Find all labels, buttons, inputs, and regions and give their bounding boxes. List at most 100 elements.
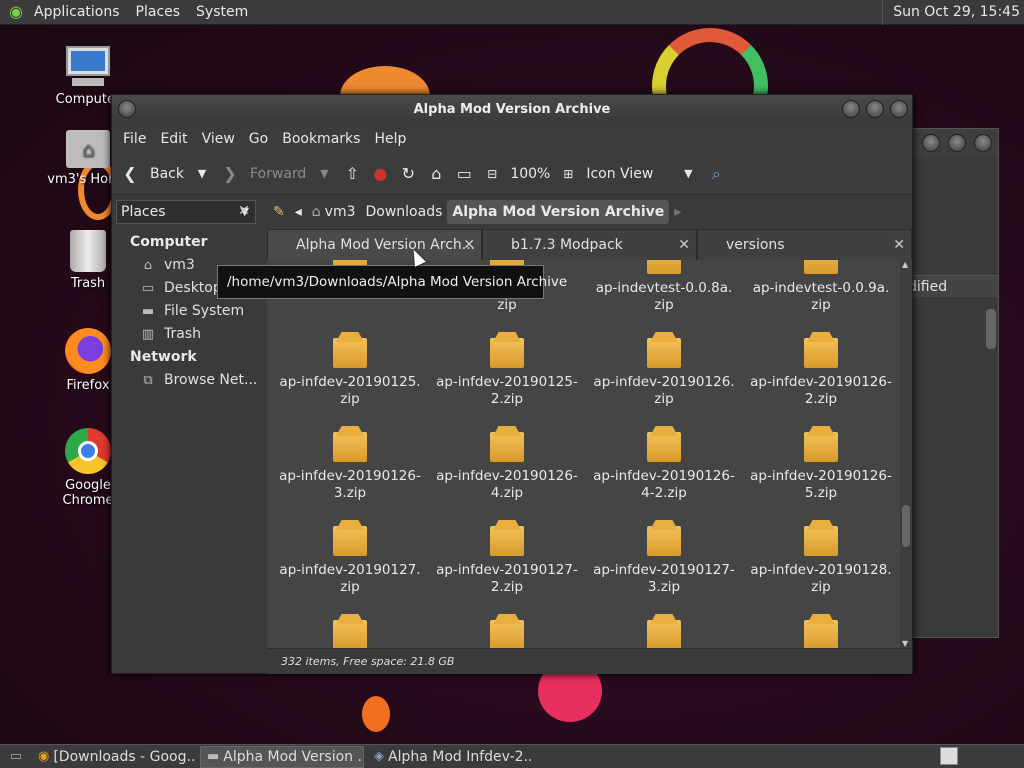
menu-file[interactable]: File — [116, 131, 153, 147]
clock[interactable]: Sun Oct 29, 15:45 — [882, 0, 1020, 25]
file-item[interactable]: ap-infdev-20190127- 3.zip — [589, 520, 739, 596]
view-mode-select[interactable]: Icon View ▼ — [586, 164, 698, 184]
back-button[interactable]: ❮ Back — [120, 164, 184, 184]
distro-logo-icon[interactable]: ◉ — [6, 2, 26, 22]
minimize-icon[interactable] — [842, 100, 860, 118]
taskbar-item-alpha-mod-infdev[interactable]: ◈ Alpha Mod Infdev-2... — [368, 746, 532, 768]
close-sidebar-icon[interactable]: ✕ — [234, 201, 254, 221]
firefox-icon — [65, 328, 111, 374]
back-arrow-icon: ❮ — [123, 163, 137, 183]
file-item[interactable]: ap-infdev-20190126- 4.zip — [432, 426, 582, 502]
breadcrumb-downloads[interactable]: Downloads — [361, 200, 448, 224]
edit-location-icon[interactable]: ✎ — [268, 200, 290, 224]
file-item[interactable] — [275, 614, 425, 648]
search-button[interactable]: ⌕ — [706, 164, 726, 184]
stop-icon: ● — [373, 163, 388, 183]
archive-icon — [647, 520, 681, 556]
desktop-icon-label: Google Chrome — [62, 478, 114, 508]
file-item[interactable]: ap-infdev-20190126- 4-2.zip — [589, 426, 739, 502]
computer-button[interactable]: ▭ — [454, 164, 474, 184]
window-button-icon[interactable] — [974, 134, 992, 152]
home-button[interactable]: ⌂ — [426, 164, 446, 184]
window-button-icon[interactable] — [922, 134, 940, 152]
scroll-down-icon[interactable]: ▼ — [902, 639, 908, 648]
close-tab-icon[interactable]: ✕ — [678, 230, 690, 261]
tab-b173-modpack[interactable]: b1.7.3 Modpack ✕ — [482, 229, 697, 260]
file-item[interactable]: ap-infdev-20190128. zip — [746, 520, 896, 596]
scroll-up-icon[interactable]: ▲ — [902, 260, 908, 269]
file-item[interactable]: ap-infdev-20190126- 5.zip — [746, 426, 896, 502]
forward-arrow-icon: ❯ — [223, 163, 237, 183]
tab-versions[interactable]: versions ✕ — [697, 229, 912, 260]
home-icon: ⌂ — [431, 163, 442, 183]
file-item[interactable]: ap-infdev-20190127- 2.zip — [432, 520, 582, 596]
maximize-icon[interactable] — [866, 100, 884, 118]
tab-alpha-mod-version-archive[interactable]: Alpha Mod Version Arch... ✕ — [267, 229, 482, 260]
menu-applications[interactable]: Applications — [26, 0, 128, 25]
archive-icon — [647, 260, 681, 274]
menu-go[interactable]: Go — [242, 131, 275, 147]
reload-button[interactable]: ↻ — [398, 164, 418, 184]
file-item[interactable]: ap-indevtest-0.0.8a. zip — [589, 260, 739, 314]
file-name-line1: ap-infdev-20190125- — [436, 374, 578, 390]
show-desktop-icon[interactable]: ▭ — [6, 747, 26, 767]
file-icon-view[interactable]: zip…7a.zipap-indevtest-0.0.8a.zipap-inde… — [267, 260, 900, 648]
forward-history-dropdown[interactable]: ▼ — [314, 164, 334, 184]
breadcrumb-vm3[interactable]: ⌂ vm3 — [307, 200, 361, 224]
sidebar-item-trash[interactable]: ▥ Trash — [112, 323, 264, 346]
taskbar-item-chrome[interactable]: ◉ [Downloads - Goog... — [32, 746, 196, 768]
file-item[interactable] — [746, 614, 896, 648]
file-item[interactable]: ap-indevtest-0.0.9a. zip — [746, 260, 896, 314]
home-icon: ⌂ — [311, 204, 321, 220]
file-item[interactable] — [432, 614, 582, 648]
column-header-modified[interactable]: dified — [906, 275, 998, 297]
background-window[interactable]: dified — [905, 128, 999, 638]
chevron-down-icon: ▼ — [197, 166, 207, 180]
sidebar-item-file-system[interactable]: ▬ File System — [112, 300, 264, 323]
archive-icon — [490, 426, 524, 462]
menu-view[interactable]: View — [195, 131, 242, 147]
window-menu-icon[interactable] — [118, 100, 136, 118]
file-name-line1: ap-infdev-20190125. — [279, 374, 421, 390]
file-item[interactable]: ap-infdev-20190126- 3.zip — [275, 426, 425, 502]
back-history-dropdown[interactable]: ▼ — [192, 164, 212, 184]
archive-icon — [490, 614, 524, 648]
file-item[interactable]: ap-infdev-20190125- 2.zip — [432, 332, 582, 408]
bottom-panel: ▭ ◉ [Downloads - Goog... ▬ Alpha Mod Versi… — [0, 744, 1024, 768]
breadcrumb-forward-icon[interactable]: ▸ — [669, 200, 686, 224]
file-item[interactable] — [589, 614, 739, 648]
menu-places[interactable]: Places — [128, 0, 189, 25]
zoom-in-button[interactable]: ⊞ — [558, 164, 578, 184]
workspace-switcher-icon[interactable] — [940, 747, 958, 765]
menu-system[interactable]: System — [188, 0, 256, 25]
breadcrumb-back-icon[interactable]: ◂ — [290, 200, 307, 224]
sidebar-item-browse-network[interactable]: ⧉ Browse Net... — [112, 369, 264, 392]
menu-help[interactable]: Help — [367, 131, 413, 147]
close-icon[interactable] — [890, 100, 908, 118]
menu-bookmarks[interactable]: Bookmarks — [275, 131, 367, 147]
taskbar-item-alpha-mod-archive[interactable]: ▬ Alpha Mod Version ... — [200, 745, 364, 768]
menu-edit[interactable]: Edit — [153, 131, 194, 147]
scrollbar-thumb[interactable] — [902, 505, 910, 547]
file-item[interactable]: ap-infdev-20190126- 2.zip — [746, 332, 896, 408]
title-bar[interactable]: Alpha Mod Version Archive — [112, 95, 912, 125]
file-name-line2: 2.zip — [490, 579, 524, 595]
file-item[interactable]: ap-infdev-20190126. zip — [589, 332, 739, 408]
stop-button[interactable]: ● — [370, 164, 390, 184]
close-tab-icon[interactable]: ✕ — [893, 230, 905, 261]
path-tooltip: /home/vm3/Downloads/Alpha Mod Version Ar… — [217, 265, 567, 299]
up-button[interactable]: ⇧ — [342, 164, 362, 184]
breadcrumb-current[interactable]: Alpha Mod Version Archive — [447, 200, 670, 224]
window-button-icon[interactable] — [948, 134, 966, 152]
folder-icon: ▬ — [207, 748, 220, 764]
zoom-out-button[interactable]: ⊟ — [482, 164, 502, 184]
close-tab-icon[interactable]: ✕ — [463, 230, 475, 261]
forward-button[interactable]: ❯ Forward — [220, 164, 306, 184]
file-name-line1: ap-infdev-20190127- — [593, 562, 735, 578]
vertical-scrollbar[interactable]: ▲ ▼ — [900, 260, 912, 648]
file-item[interactable]: ap-infdev-20190125. zip — [275, 332, 425, 408]
scrollbar-thumb[interactable] — [986, 309, 996, 349]
chrome-icon — [65, 428, 111, 474]
search-icon: ⌕ — [711, 163, 721, 183]
file-item[interactable]: ap-infdev-20190127. zip — [275, 520, 425, 596]
